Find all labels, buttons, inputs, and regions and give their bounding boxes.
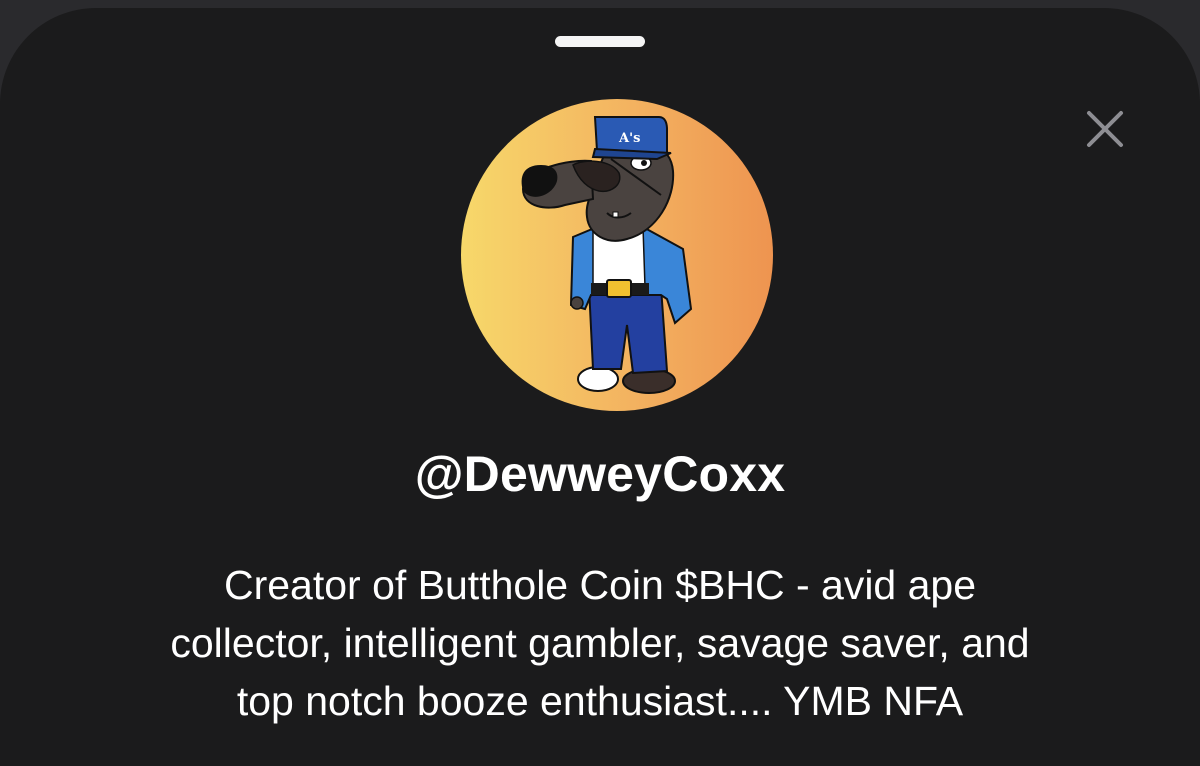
close-button[interactable] <box>1080 104 1130 154</box>
profile-sheet: A's @DewweyCoxx Creator of Butthole Coin… <box>0 8 1200 766</box>
close-icon <box>1087 111 1123 147</box>
bio-line: Creator of Butthole Coin $BHC - avid ape <box>223 562 977 608</box>
profile-bio: Creator of Butthole Coin $BHC - avid ape… <box>60 556 1140 730</box>
avatar-illustration: A's <box>521 116 693 394</box>
bio-line: collector, intelligent gambler, savage s… <box>170 620 1030 666</box>
avatar-cap-text: A's <box>618 131 640 146</box>
bio-line: top notch booze enthusiast.... YMB NFA <box>236 678 964 724</box>
profile-avatar[interactable]: A's <box>461 99 773 411</box>
sheet-grabber[interactable] <box>555 36 645 47</box>
profile-handle: @DewweyCoxx <box>414 446 786 502</box>
